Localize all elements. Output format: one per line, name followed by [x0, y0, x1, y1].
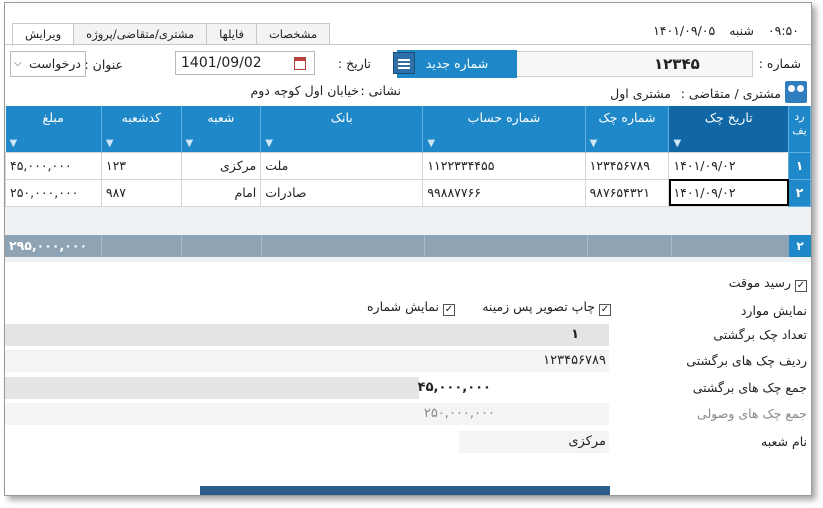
row-number: ۲ [788, 178, 811, 207]
stat-label: نام شعبه [761, 434, 807, 449]
calendar-icon[interactable] [294, 57, 306, 70]
print-background-label: چاپ تصویر پس زمینه [482, 299, 595, 314]
checkbox-icon: ✓ [795, 280, 807, 292]
tab-strip: ویرایش مشتری/متقاضی/پروژه فایلها مشخصات [12, 23, 331, 46]
customer-icon[interactable] [785, 81, 807, 103]
cell-cheque-number[interactable]: ۹۸۷۶۵۴۳۲۱ [584, 178, 670, 207]
filter-icon[interactable]: ▼ [265, 138, 273, 149]
col-cheque-date[interactable]: تاریخ چک ▼ [668, 106, 790, 152]
stat-value: ۴۵,۰۰۰,۰۰۰ [417, 380, 491, 395]
checkbox-icon: ✓ [599, 304, 611, 316]
filter-icon[interactable]: ▼ [427, 138, 435, 149]
clock-date: ۱۴۰۱/۰۹/۰۵ [653, 23, 716, 38]
cell-amount[interactable]: ۴۵,۰۰۰,۰۰۰ [5, 151, 102, 180]
filter-icon[interactable]: ▼ [10, 138, 18, 149]
subject-label: عنوان : [84, 57, 123, 72]
stat-row: ردیف چک های برگشتی ۱۲۳۴۵۶۷۸۹ [5, 348, 811, 374]
chevron-down-icon[interactable]: ⌵ [14, 52, 22, 76]
col-label: بانک [330, 110, 353, 125]
temp-receipt-label: رسید موقت [728, 275, 791, 290]
stat-label: ردیف چک های برگشتی [686, 353, 807, 368]
row-header: رد یف [788, 106, 811, 152]
cell-branch-code[interactable]: ۱۲۳ [100, 151, 182, 180]
col-label: کدشعبه [121, 110, 161, 125]
col-label: شماره حساب [467, 110, 541, 125]
clock-day: شنبه [729, 23, 754, 38]
stat-value: ۱ [571, 327, 579, 342]
stat-row: جمع چک های وصولی ۲۵۰,۰۰۰,۰۰۰ [5, 401, 811, 427]
row-number: ۱ [788, 151, 811, 180]
cell-date[interactable]: ۱۴۰۱/۰۹/۰۲ [668, 178, 790, 207]
col-account-number[interactable]: شماره حساب ▼ [422, 106, 586, 152]
clock: ۰۹:۵۰ شنبه ۱۴۰۱/۰۹/۰۵ [643, 23, 799, 38]
col-cheque-number[interactable]: شماره چک ▼ [585, 106, 670, 152]
filter-icon[interactable]: ▼ [673, 138, 681, 149]
cell-branch[interactable]: مرکزی [180, 151, 262, 180]
stat-row: جمع چک های برگشتی ۴۵,۰۰۰,۰۰۰ [5, 375, 811, 401]
stat-label: جمع چک های برگشتی [692, 380, 807, 395]
date-label: تاریخ : [337, 56, 371, 71]
cell-bank[interactable]: صادرات [260, 178, 424, 207]
print-background-checkbox[interactable]: ✓ چاپ تصویر پس زمینه [482, 299, 611, 316]
cell-bank[interactable]: ملت [260, 151, 424, 180]
summary-total: ۲۹۵,۰۰۰,۰۰۰ [9, 238, 88, 253]
cell-account[interactable]: ۹۹۸۸۷۷۶۶ [422, 178, 586, 207]
cheque-grid: رد یف تاریخ چک ▼ شماره چک ▼ شماره حساب ▼ با… [5, 106, 811, 262]
list-icon[interactable] [393, 52, 415, 74]
bottom-toolbar-edge [200, 486, 610, 495]
new-number-button[interactable]: شماره جدید [397, 50, 517, 78]
stat-label: تعداد چک برگشتی [713, 327, 807, 342]
customer-value: مشتری اول [610, 86, 671, 101]
summary-count: ۲ [789, 235, 811, 257]
col-label: شماره چک [598, 110, 656, 125]
col-label: تاریخ چک [704, 110, 753, 125]
cell-amount[interactable]: ۲۵۰,۰۰۰,۰۰۰ [5, 178, 102, 207]
cell-cheque-number[interactable]: ۱۲۳۴۵۶۷۸۹ [584, 151, 670, 180]
address-value: خیابان اول کوچه دوم [250, 83, 359, 98]
stat-value: ۲۵۰,۰۰۰,۰۰۰ [423, 406, 495, 421]
filter-icon[interactable]: ▼ [106, 138, 114, 149]
col-amount[interactable]: مبلغ ▼ [5, 106, 102, 152]
cell-account[interactable]: ۱۱۲۲۳۳۴۴۵۵ [422, 151, 586, 180]
number-label: شماره : [758, 56, 801, 71]
subject-value: درخواست [28, 56, 81, 71]
cell-date[interactable]: ۱۴۰۱/۰۹/۰۲ [668, 151, 790, 180]
tab-files[interactable]: فایلها [206, 23, 257, 45]
col-label: شعبه [207, 110, 235, 125]
show-number-label: نمایش شماره [367, 299, 439, 314]
cell-branch-code[interactable]: ۹۸۷ [100, 178, 182, 207]
app-window: ویرایش مشتری/متقاضی/پروژه فایلها مشخصات … [4, 2, 812, 496]
subject-select[interactable]: ⌵ درخواست [10, 51, 86, 77]
table-row[interactable]: ۲ ۱۴۰۱/۰۹/۰۲ ۹۸۷۶۵۴۳۲۱ ۹۹۸۸۷۷۶۶ صادرات ا… [5, 178, 811, 207]
temp-receipt-checkbox[interactable]: ✓ رسید موقت [729, 275, 807, 292]
stat-value: ۱۲۳۴۵۶۷۸۹ [543, 353, 606, 368]
stat-label: جمع چک های وصولی [697, 406, 807, 421]
tab-divider [5, 44, 811, 45]
col-bank[interactable]: بانک ▼ [260, 106, 424, 152]
col-branch[interactable]: شعبه ▼ [181, 106, 262, 152]
filter-icon[interactable]: ▼ [186, 138, 194, 149]
tab-specs[interactable]: مشخصات [255, 23, 331, 45]
clock-time: ۰۹:۵۰ [767, 23, 799, 38]
col-label: مبلغ [42, 110, 64, 125]
tab-edit[interactable]: ویرایش [12, 23, 75, 46]
tab-customer-project[interactable]: مشتری/متقاضی/پروژه [73, 23, 208, 45]
show-items-label: نمایش موارد [740, 303, 807, 318]
table-row[interactable]: ۱ ۱۴۰۱/۰۹/۰۲ ۱۲۳۴۵۶۷۸۹ ۱۱۲۲۳۳۴۴۵۵ ملت مر… [5, 151, 811, 180]
show-number-checkbox[interactable]: ✓ نمایش شماره [367, 299, 455, 316]
address-label: نشانی : [360, 83, 401, 98]
cheque-table: رد یف تاریخ چک ▼ شماره چک ▼ شماره حساب ▼ با… [5, 106, 811, 207]
summary-row: ۲۹۵,۰۰۰,۰۰۰ ۲ [5, 235, 811, 257]
col-branch-code[interactable]: کدشعبه ▼ [101, 106, 182, 152]
cell-branch[interactable]: امام [180, 178, 262, 207]
stat-row: تعداد چک برگشتی ۱ [5, 322, 811, 348]
customer-label: مشتری / متقاضی : [680, 86, 781, 101]
stat-row: نام شعبه مرکزی [5, 429, 811, 455]
checkbox-icon: ✓ [443, 304, 455, 316]
filter-icon[interactable]: ▼ [590, 138, 598, 149]
stat-value: مرکزی [568, 434, 606, 449]
